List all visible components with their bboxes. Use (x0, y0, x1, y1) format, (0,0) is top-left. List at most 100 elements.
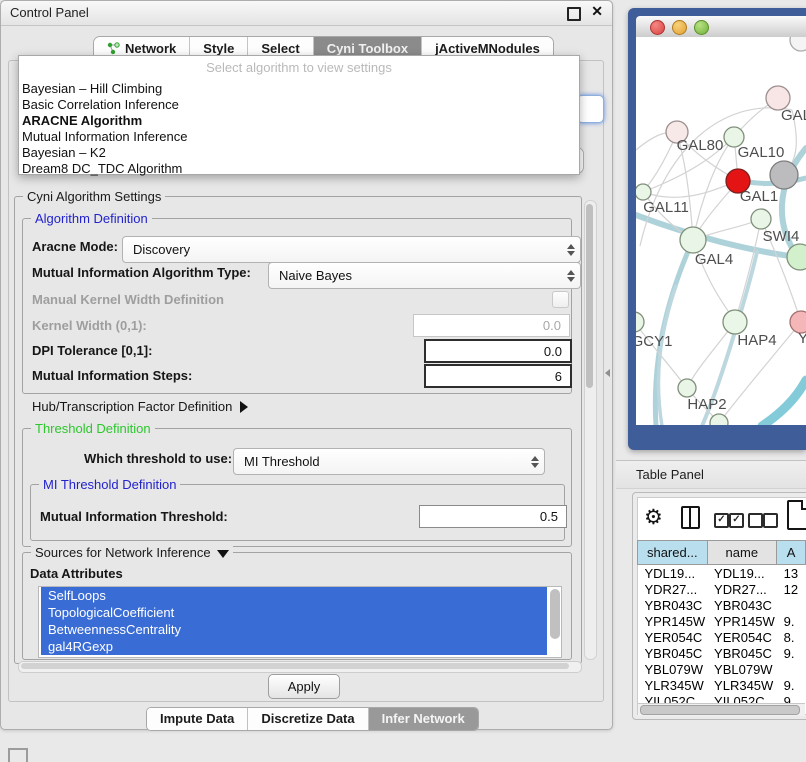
table-row[interactable]: YER054CYER054C8. (638, 629, 806, 645)
attribute-list-item[interactable]: TopologicalCoefficient (41, 604, 547, 621)
unchecked-checkbox-icon[interactable] (763, 513, 778, 528)
node-label: Y (798, 330, 806, 347)
network-node-hap4[interactable] (723, 310, 747, 334)
table-cell (777, 597, 806, 613)
node-attribute-table[interactable]: shared...nameA YDL19...YDL19...13YDR27..… (637, 540, 806, 709)
hub-definition-expander[interactable]: Hub/Transcription Factor Definition (32, 399, 248, 414)
scrollbar-thumb[interactable] (586, 204, 593, 388)
table-cell (777, 661, 806, 677)
network-node-swi4[interactable] (787, 244, 806, 270)
manual-kernel-checkbox[interactable] (552, 291, 569, 308)
table-cell: YLR345W (638, 677, 708, 693)
algorithm-option[interactable]: ARACNE Algorithm (19, 113, 579, 129)
table-cell: YBL079W (638, 661, 708, 677)
unchecked-checkbox-icon[interactable] (748, 513, 763, 528)
minimize-traffic-light-icon[interactable] (672, 20, 687, 35)
algorithm-dropdown-popup: Select algorithm to view settings Bayesi… (18, 55, 580, 175)
data-attributes-list[interactable]: SelfLoopsTopologicalCoefficientBetweenne… (38, 586, 562, 658)
attribute-list-item[interactable]: gal4RGexp (41, 638, 547, 655)
columns-icon[interactable] (681, 506, 700, 529)
close-traffic-light-icon[interactable] (650, 20, 665, 35)
algorithm-option[interactable]: Bayesian – Hill Climbing (19, 81, 579, 97)
algorithm-option[interactable]: Bayesian – K2 (19, 145, 579, 161)
mi-type-value: Naive Bayes (279, 268, 352, 283)
dpi-tolerance-label: DPI Tolerance [0,1]: (32, 343, 152, 358)
minimized-panel-icon[interactable] (8, 748, 28, 762)
mi-type-select[interactable]: Naive Bayes (268, 262, 581, 289)
splitter-handle-icon[interactable] (605, 369, 610, 377)
table-cell: YBR043C (707, 597, 777, 613)
table-hscrollbar[interactable] (638, 703, 805, 716)
algorithm-option[interactable]: Mutual Information Inference (19, 129, 579, 145)
dpi-tolerance-field[interactable]: 0.0 (424, 339, 572, 363)
table-row[interactable]: YBR045CYBR045C9. (638, 645, 806, 661)
algorithm-option[interactable]: Basic Correlation Inference (19, 97, 579, 113)
checked-checkbox-icon[interactable]: ✓ (729, 513, 744, 528)
kernel-width-field[interactable]: 0.0 (413, 314, 570, 337)
bottom-tab-impute-data[interactable]: Impute Data (147, 708, 248, 730)
table-row[interactable]: YPR145WYPR145W9. (638, 613, 806, 629)
network-node-gal11[interactable] (636, 184, 651, 200)
data-attributes-label: Data Attributes (30, 566, 123, 581)
network-node[interactable] (790, 37, 806, 51)
table-row[interactable]: YBL079WYBL079W (638, 661, 806, 677)
kernel-width-label: Kernel Width (0,1): (32, 318, 147, 333)
network-edge (762, 380, 806, 425)
table-header-row[interactable]: shared...nameA (638, 541, 806, 565)
algorithm-option[interactable]: Dream8 DC_TDC Algorithm (19, 161, 579, 177)
apply-button[interactable]: Apply (268, 674, 340, 699)
network-graph: GALGAL80GAL10GAL11GAL1SWI4GAL4GCY1HAP4YH… (636, 37, 806, 425)
aracne-mode-label: Aracne Mode: (32, 239, 118, 254)
network-window-titlebar (636, 16, 806, 38)
network-node-hap2[interactable] (678, 379, 696, 397)
which-threshold-select[interactable]: MI Threshold (233, 448, 545, 475)
checked-checkbox-icon[interactable]: ✓ (714, 513, 729, 528)
mi-steps-label: Mutual Information Steps: (32, 368, 192, 383)
node-label: GAL1 (740, 188, 778, 205)
settings-scrollbar[interactable] (584, 200, 597, 660)
node-label: HAP4 (737, 332, 776, 349)
table-cell: 9. (777, 645, 806, 661)
attribute-list-item[interactable]: SelfLoops (41, 587, 547, 604)
bottom-tab-infer-network[interactable]: Infer Network (369, 708, 478, 730)
hub-definition-label: Hub/Transcription Factor Definition (32, 399, 232, 414)
column-header-3[interactable]: A (777, 541, 806, 565)
node-label: GAL (781, 107, 806, 124)
table-cell: YDR27... (638, 581, 708, 597)
aracne-mode-select[interactable]: Discovery (122, 236, 581, 263)
table-cell: YDL19... (707, 565, 777, 582)
network-node[interactable] (770, 161, 798, 189)
hidden-combo-fragment[interactable] (577, 95, 604, 123)
table-row[interactable]: YDR27...YDR27...12 (638, 581, 806, 597)
document-icon[interactable] (787, 500, 806, 530)
gear-icon[interactable]: ⚙ (644, 505, 663, 530)
list-scrollbar[interactable] (550, 589, 560, 639)
column-header-1[interactable]: shared... (638, 541, 708, 565)
mi-steps-field[interactable]: 6 (424, 364, 572, 388)
mi-steps-value: 6 (555, 369, 562, 384)
dpi-tolerance-value: 0.0 (544, 344, 562, 359)
scrollbar-thumb[interactable] (640, 705, 800, 715)
column-header-2[interactable]: name (707, 541, 777, 565)
table-cell: YPR145W (707, 613, 777, 629)
bottom-tab-discretize-data[interactable]: Discretize Data (248, 708, 368, 730)
expand-right-icon (240, 401, 248, 413)
float-window-icon[interactable] (567, 7, 581, 21)
table-row[interactable]: YLR345WYLR345W9. (638, 677, 806, 693)
close-icon[interactable]: ✕ (591, 3, 603, 20)
sources-title[interactable]: Sources for Network Inference (31, 545, 233, 560)
zoom-traffic-light-icon[interactable] (694, 20, 709, 35)
network-node-gal1[interactable] (751, 209, 771, 229)
table-row[interactable]: YBR043CYBR043C (638, 597, 806, 613)
network-node-gal4[interactable] (680, 227, 706, 253)
mi-threshold-field[interactable]: 0.5 (419, 505, 567, 528)
table-cell: YDR27... (707, 581, 777, 597)
table-cell: YER054C (638, 629, 708, 645)
table-row[interactable]: YDL19...YDL19...13 (638, 565, 806, 582)
network-canvas[interactable]: GALGAL80GAL10GAL11GAL1SWI4GAL4GCY1HAP4YH… (636, 37, 806, 425)
scrollbar-thumb[interactable] (21, 663, 569, 669)
settings-hscrollbar[interactable] (18, 661, 582, 673)
attribute-list-item[interactable]: BetweennessCentrality (41, 621, 547, 638)
collapse-down-icon (217, 550, 229, 558)
network-node-gcy1[interactable] (636, 312, 644, 332)
